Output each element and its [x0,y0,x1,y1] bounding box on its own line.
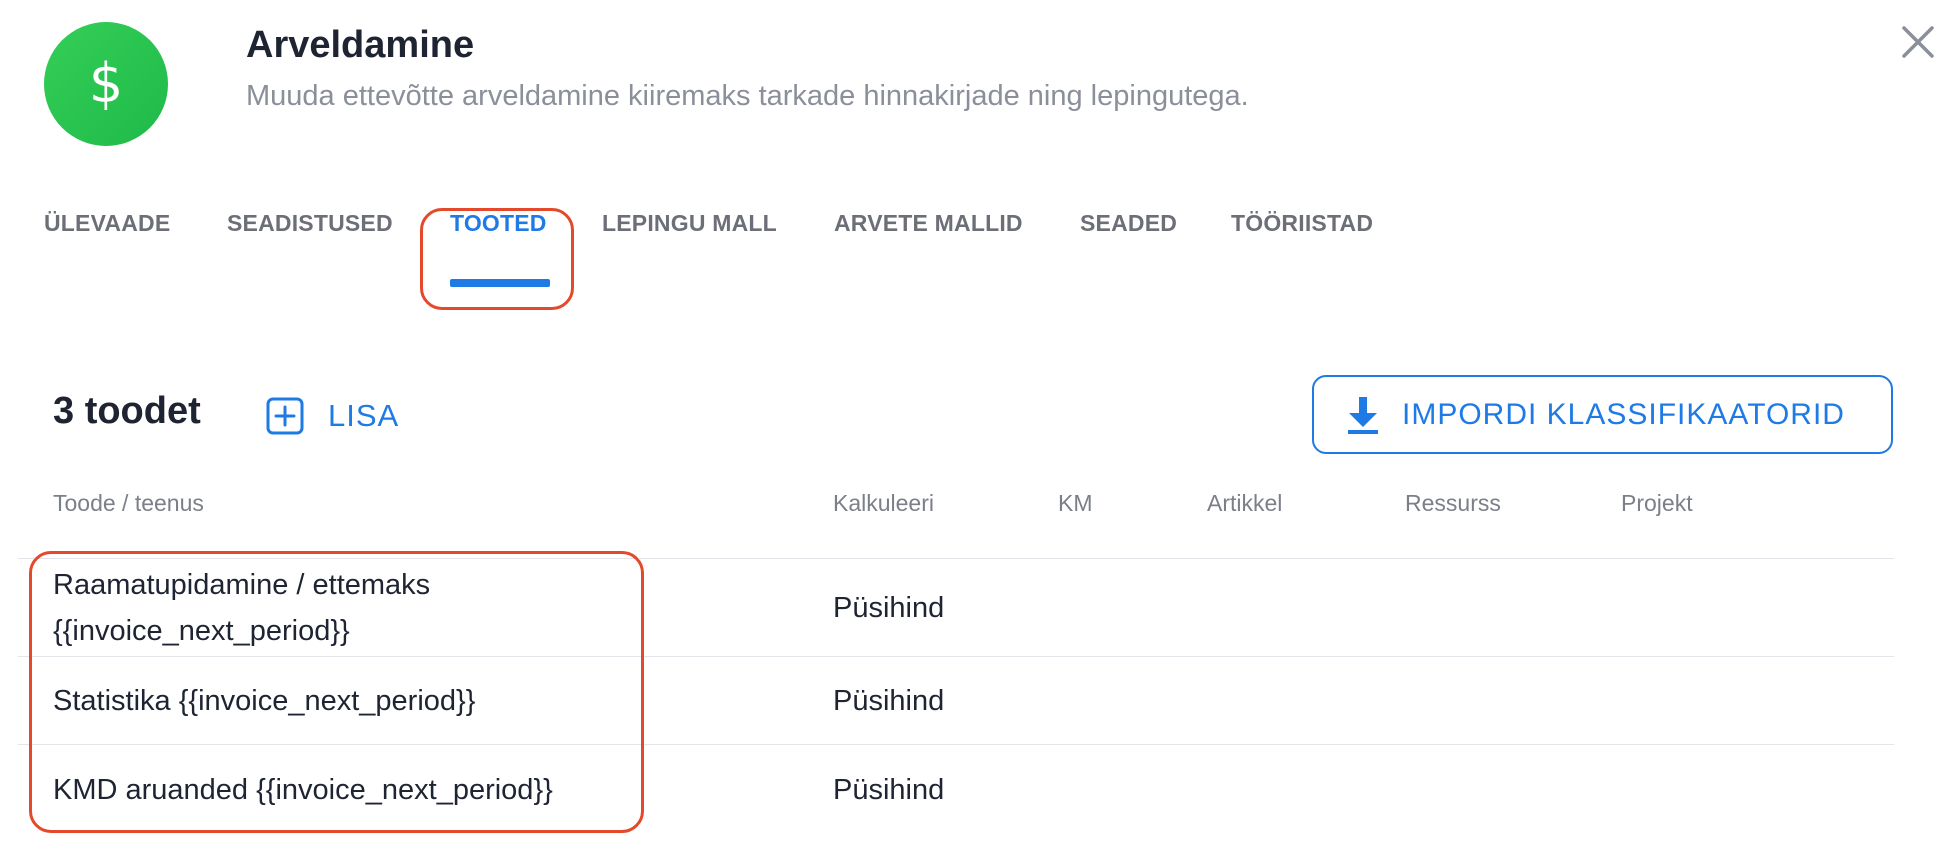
product-count: 3 toodet [53,390,201,432]
close-icon [1902,26,1934,58]
add-product-button[interactable]: LISA [266,394,399,438]
table-row-calculate: Püsihind [833,774,945,806]
column-header-calculate: Kalkuleeri [833,490,934,516]
import-classifiers-button[interactable]: IMPORDI KLASSIFIKAATORID [1312,375,1893,454]
table-row-product-name[interactable]: Raamatupidamine / ettemaks {{invoice_nex… [53,562,653,654]
table-row-calculate: Püsihind [833,592,945,624]
tab-tooted[interactable]: TOOTED [450,210,547,237]
column-header-resource: Ressurss [1405,490,1501,516]
dollar-icon: $ [44,22,168,146]
download-icon [1348,396,1378,434]
tab-ulevaade[interactable]: ÜLEVAADE [44,210,170,237]
page-subtitle: Muuda ettevõtte arveldamine kiiremaks ta… [246,80,1249,112]
tab-arvete-mallid[interactable]: ARVETE MALLID [834,210,1023,237]
tab-seadistused[interactable]: SEADISTUSED [227,210,393,237]
table-divider [18,656,1894,657]
table-divider [18,558,1894,559]
column-header-project: Projekt [1621,490,1693,516]
tab-lepingu-mall[interactable]: LEPINGU MALL [602,210,777,237]
add-square-icon [266,397,304,435]
table-row-product-name[interactable]: KMD aruanded {{invoice_next_period}} [53,767,653,813]
tab-bar: ÜLEVAADE SEADISTUSED TOOTED LEPINGU MALL… [0,210,1960,300]
column-header-article: Artikkel [1207,490,1283,516]
table-divider [18,744,1894,745]
table-row-product-name[interactable]: Statistika {{invoice_next_period}} [53,678,653,724]
table-row-calculate: Püsihind [833,685,945,717]
import-classifiers-label: IMPORDI KLASSIFIKAATORID [1402,397,1845,431]
tab-tooriistad[interactable]: TÖÖRIISTAD [1231,210,1373,237]
column-header-product: Toode / teenus [53,490,204,516]
column-header-vat: KM [1058,490,1093,516]
close-button[interactable] [1896,20,1940,64]
page-title: Arveldamine [246,24,475,66]
active-tab-indicator [450,279,550,287]
app-icon-symbol: $ [88,52,124,115]
add-product-label: LISA [328,398,400,433]
tab-seaded[interactable]: SEADED [1080,210,1177,237]
